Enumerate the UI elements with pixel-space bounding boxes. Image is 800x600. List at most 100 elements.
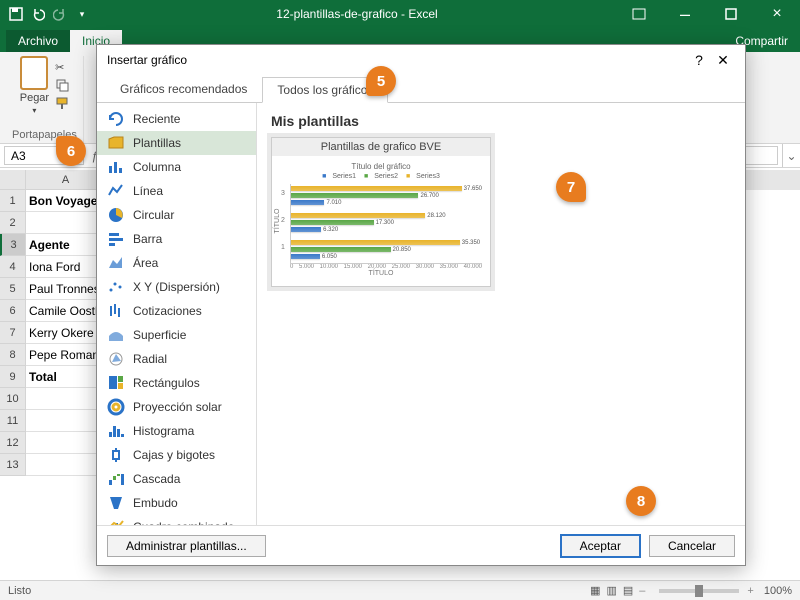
- cell[interactable]: [26, 212, 106, 234]
- chart-type-reciente[interactable]: Reciente: [97, 107, 256, 131]
- column-header[interactable]: A: [26, 170, 106, 190]
- paste-label: Pegar: [20, 92, 49, 104]
- undo-icon[interactable]: [30, 6, 46, 22]
- cell[interactable]: Paul Tronnes: [26, 278, 106, 300]
- redo-icon[interactable]: [52, 6, 68, 22]
- chart-type-linea[interactable]: Línea: [97, 179, 256, 203]
- template-thumbnail: Título del gráfico ■Series1 ■Series2 ■Se…: [272, 156, 490, 286]
- superficie-icon: [107, 327, 125, 343]
- solar-icon: [107, 399, 125, 415]
- cell[interactable]: [26, 388, 106, 410]
- row-header[interactable]: 6: [0, 300, 26, 322]
- qat-customize-icon[interactable]: ▾: [74, 6, 90, 22]
- dialog-help-button[interactable]: ?: [687, 52, 711, 68]
- chart-type-plantillas[interactable]: Plantillas: [97, 131, 256, 155]
- format-painter-icon[interactable]: [55, 96, 69, 110]
- cancel-button[interactable]: Cancelar: [649, 535, 735, 557]
- cell[interactable]: [26, 410, 106, 432]
- row-header[interactable]: 7: [0, 322, 26, 344]
- columna-icon: [107, 159, 125, 175]
- titlebar: ▾ 12-plantillas-de-grafico - Excel – ×: [0, 0, 800, 28]
- view-layout-icon[interactable]: ▥: [606, 584, 616, 597]
- chart-type-barra[interactable]: Barra: [97, 227, 256, 251]
- chart-type-superficie[interactable]: Superficie: [97, 323, 256, 347]
- chart-type-rectangulos[interactable]: Rectángulos: [97, 371, 256, 395]
- paste-button[interactable]: Pegar ▾: [20, 56, 49, 115]
- row-header[interactable]: 9: [0, 366, 26, 388]
- rectangulos-icon: [107, 375, 125, 391]
- save-icon[interactable]: [8, 6, 24, 22]
- chart-type-label: Histograma: [133, 424, 194, 438]
- chart-title: Título del gráfico: [276, 162, 486, 171]
- row-header[interactable]: 11: [0, 410, 26, 432]
- chart-type-label: Superficie: [133, 328, 186, 342]
- row-header[interactable]: 4: [0, 256, 26, 278]
- chart-type-columna[interactable]: Columna: [97, 155, 256, 179]
- view-normal-icon[interactable]: ▦: [590, 584, 600, 597]
- row-header[interactable]: 5: [0, 278, 26, 300]
- ok-button[interactable]: Aceptar: [560, 534, 641, 558]
- select-all-corner[interactable]: [0, 170, 26, 190]
- cell[interactable]: Agente: [26, 234, 106, 256]
- chart-type-histograma[interactable]: Histograma: [97, 419, 256, 443]
- manage-templates-button[interactable]: Administrar plantillas...: [107, 535, 266, 557]
- status-bar: Listo ▦ ▥ ▤ – + 100%: [0, 580, 800, 600]
- area-icon: [107, 255, 125, 271]
- chart-xlabel: TÍTULO: [276, 270, 486, 277]
- chart-type-label: Proyección solar: [133, 400, 222, 414]
- chart-type-label: Rectángulos: [133, 376, 200, 390]
- chart-type-radial[interactable]: Radial: [97, 347, 256, 371]
- tab-recommended-charts[interactable]: Gráficos recomendados: [105, 76, 262, 102]
- chart-type-area[interactable]: Área: [97, 251, 256, 275]
- template-name: Plantillas de grafico BVE: [272, 138, 490, 156]
- cell[interactable]: Kerry Okere: [26, 322, 106, 344]
- cell[interactable]: [26, 432, 106, 454]
- row-header[interactable]: 10: [0, 388, 26, 410]
- chart-type-label: Plantillas: [133, 136, 181, 150]
- xy-icon: [107, 279, 125, 295]
- chart-type-combo[interactable]: Cuadro combinado: [97, 515, 256, 525]
- chart-type-label: Embudo: [133, 496, 178, 510]
- status-ready: Listo: [8, 585, 31, 597]
- cell[interactable]: Iona Ford: [26, 256, 106, 278]
- row-header[interactable]: 13: [0, 454, 26, 476]
- chart-type-circular[interactable]: Circular: [97, 203, 256, 227]
- formula-expand-icon[interactable]: ⌄: [782, 144, 800, 167]
- cell[interactable]: [26, 454, 106, 476]
- maximize-button[interactable]: [708, 0, 754, 28]
- cell[interactable]: Bon Voyage: [26, 190, 106, 212]
- view-pagebreak-icon[interactable]: ▤: [623, 584, 633, 597]
- callout-7: 7: [556, 172, 586, 202]
- chart-type-embudo[interactable]: Embudo: [97, 491, 256, 515]
- cell[interactable]: Total: [26, 366, 106, 388]
- chart-type-solar[interactable]: Proyección solar: [97, 395, 256, 419]
- chart-type-cajas[interactable]: Cajas y bigotes: [97, 443, 256, 467]
- row-header[interactable]: 2: [0, 212, 26, 234]
- chart-type-cascada[interactable]: Cascada: [97, 467, 256, 491]
- cajas-icon: [107, 447, 125, 463]
- chart-type-cotizaciones[interactable]: Cotizaciones: [97, 299, 256, 323]
- dialog-close-button[interactable]: ✕: [711, 52, 735, 69]
- callout-6: 6: [56, 136, 86, 166]
- copy-icon[interactable]: [55, 78, 69, 92]
- cell[interactable]: Pepe Roman: [26, 344, 106, 366]
- chart-type-xy[interactable]: X Y (Dispersión): [97, 275, 256, 299]
- template-card[interactable]: Plantillas de grafico BVE Título del grá…: [271, 137, 491, 287]
- chart-ylabel: TÍTULO: [274, 209, 281, 234]
- row-header[interactable]: 3: [0, 234, 26, 256]
- cotizaciones-icon: [107, 303, 125, 319]
- chart-plot-area: 37.65026.7007.010328.12017.3006.320235.3…: [290, 184, 482, 264]
- cut-icon[interactable]: ✂: [55, 61, 69, 74]
- row-header[interactable]: 8: [0, 344, 26, 366]
- close-button[interactable]: ×: [754, 0, 800, 28]
- zoom-slider[interactable]: [659, 589, 739, 593]
- chart-type-label: Cascada: [133, 472, 180, 486]
- zoom-level[interactable]: 100%: [764, 585, 792, 597]
- ribbon-display-icon[interactable]: [616, 0, 662, 28]
- minimize-button[interactable]: –: [662, 0, 708, 28]
- row-header[interactable]: 12: [0, 432, 26, 454]
- tab-file[interactable]: Archivo: [6, 30, 70, 52]
- chart-type-label: Cajas y bigotes: [133, 448, 215, 462]
- row-header[interactable]: 1: [0, 190, 26, 212]
- cell[interactable]: Camile Oosthuizen: [26, 300, 106, 322]
